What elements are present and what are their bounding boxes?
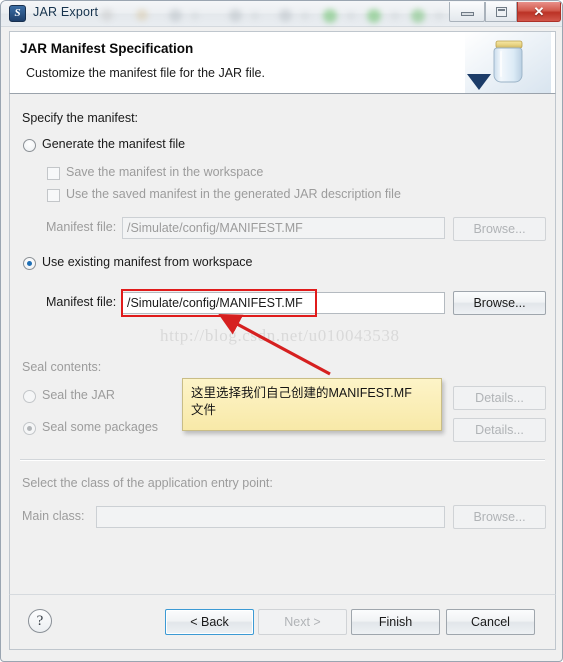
ghost-icon-12 — [391, 12, 399, 20]
ghost-icon-11 — [367, 9, 381, 23]
wizard-page: Specify the manifest: Generate the manif… — [9, 94, 556, 594]
ghost-icon-2 — [136, 9, 148, 21]
maximize-button[interactable] — [485, 2, 517, 22]
radio-seal-jar[interactable] — [23, 390, 36, 403]
finish-button[interactable]: Finish — [351, 609, 440, 635]
ghost-icon-1 — [101, 9, 113, 21]
maximize-icon — [495, 6, 507, 17]
browse-button[interactable]: Browse... — [453, 291, 546, 315]
minimize-icon — [460, 12, 474, 16]
ghost-icon-13 — [411, 9, 425, 23]
checkbox-save-manifest-label: Save the manifest in the workspace — [66, 165, 264, 179]
ghost-icon-9 — [323, 9, 337, 23]
back-button[interactable]: < Back — [165, 609, 254, 635]
watermark-text: http://blog.csdn.net/u010043538 — [160, 326, 400, 345]
main-class-browse-button[interactable]: Browse... — [453, 505, 546, 529]
main-class-label: Main class: — [22, 509, 85, 523]
checkbox-use-saved-manifest-label: Use the saved manifest in the generated … — [66, 187, 401, 201]
jar-export-dialog: S JAR Export ✕ JAR Manifest Specificatio… — [0, 0, 563, 662]
tooltip-line-2: 文件 — [191, 403, 217, 417]
ghost-icon-10 — [347, 12, 355, 20]
jar-export-icon: S — [9, 5, 26, 22]
radio-seal-some-packages-label: Seal some packages — [42, 420, 159, 434]
ghost-icon-8 — [301, 12, 309, 20]
radio-use-existing-manifest[interactable] — [23, 257, 36, 270]
checkbox-save-manifest[interactable] — [47, 167, 60, 180]
ghost-icon-7 — [279, 9, 292, 22]
annotation-arrow-icon — [218, 313, 331, 376]
dialog-button-bar: ? < Back Next > Finish Cancel — [9, 594, 556, 650]
title-bar[interactable]: S JAR Export ✕ — [1, 1, 562, 27]
ghost-icon-5 — [229, 9, 242, 22]
browse-button-disabled[interactable]: Browse... — [453, 217, 546, 241]
main-class-input[interactable] — [96, 506, 445, 528]
specify-manifest-label: Specify the manifest: — [22, 111, 139, 125]
wizard-header: JAR Manifest Specification Customize the… — [9, 31, 556, 94]
manifest-file-label-disabled: Manifest file: — [46, 220, 117, 234]
next-button[interactable]: Next > — [258, 609, 347, 635]
checkbox-use-saved-manifest[interactable] — [47, 189, 60, 202]
annotation-tooltip: 这里选择我们自己创建的MANIFEST.MF 文件 — [182, 378, 442, 431]
radio-seal-jar-label: Seal the JAR — [42, 388, 115, 402]
seal-contents-label: Seal contents: — [22, 360, 102, 374]
help-button[interactable]: ? — [28, 609, 52, 633]
minimize-button[interactable] — [449, 2, 485, 22]
ghost-icon-14 — [435, 12, 443, 20]
tooltip-line-1: 这里选择我们自己创建的MANIFEST.MF — [191, 386, 412, 400]
details-button-2[interactable]: Details... — [453, 418, 546, 442]
manifest-file-input-disabled[interactable]: /Simulate/config/MANIFEST.MF — [122, 217, 445, 239]
cancel-button[interactable]: Cancel — [446, 609, 535, 635]
manifest-file-input[interactable]: /Simulate/config/MANIFEST.MF — [122, 292, 445, 314]
page-subtitle: Customize the manifest file for the JAR … — [26, 66, 265, 80]
close-button[interactable]: ✕ — [517, 2, 561, 22]
ghost-icon-6 — [251, 12, 259, 20]
entry-point-label: Select the class of the application entr… — [22, 476, 273, 490]
window-title: JAR Export — [33, 5, 99, 19]
radio-generate-manifest[interactable] — [23, 139, 36, 152]
jar-banner-icon — [465, 32, 551, 93]
page-title: JAR Manifest Specification — [20, 41, 194, 56]
radio-generate-manifest-label: Generate the manifest file — [42, 137, 186, 151]
section-divider — [20, 459, 545, 461]
radio-use-existing-manifest-label: Use existing manifest from workspace — [42, 255, 253, 269]
manifest-file-label: Manifest file: — [46, 295, 117, 309]
radio-seal-some-packages[interactable] — [23, 422, 36, 435]
details-button-1[interactable]: Details... — [453, 386, 546, 410]
ghost-icon-4 — [191, 12, 199, 20]
ghost-icon-3 — [169, 9, 182, 22]
close-icon: ✕ — [533, 3, 545, 19]
